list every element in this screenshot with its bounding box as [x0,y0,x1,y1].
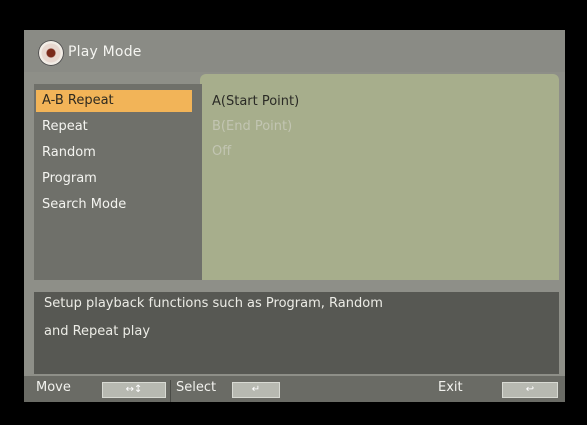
menu-item-ab-repeat[interactable]: A-B Repeat [36,90,192,112]
back-icon[interactable]: ↩ [502,382,558,398]
move-label: Move [36,380,71,395]
exit-label: Exit [438,380,463,395]
page-title: Play Mode [68,44,142,60]
menu-item-random[interactable]: Random [36,142,192,164]
select-label: Select [176,380,217,395]
menu-item-repeat[interactable]: Repeat [36,116,192,138]
menu-item-program[interactable]: Program [36,168,192,190]
description-line-1: Setup playback functions such as Program… [44,296,383,311]
menu-item-search-mode[interactable]: Search Mode [36,194,192,216]
arrows-icon[interactable]: ↔↕ [102,382,166,398]
options-panel [202,84,559,280]
option-end-point: B(End Point) [212,119,293,134]
option-start-point[interactable]: A(Start Point) [212,91,299,113]
description-line-2: and Repeat play [44,324,151,339]
option-off: Off [212,144,232,159]
description-text: Setup playback functions such as Program… [44,290,524,346]
divider [170,380,171,402]
enter-icon[interactable]: ↵ [232,382,280,398]
disc-icon [38,40,64,66]
